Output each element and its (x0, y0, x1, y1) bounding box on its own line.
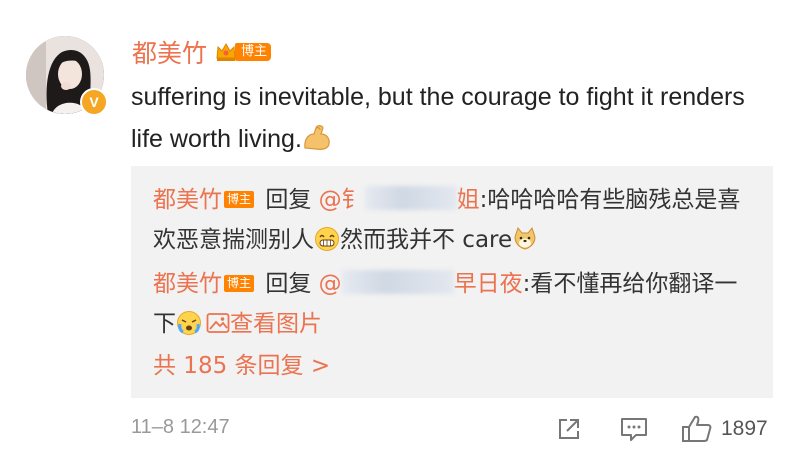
comment-footer: 11–8 12:47 1897 (131, 412, 774, 448)
mention-link[interactable]: @ 早日夜 (318, 270, 523, 297)
blogger-tag: 博主 (224, 275, 255, 292)
comment-author: 都美竹 博主 (132, 34, 272, 70)
grinning-face-emoji-icon (315, 227, 339, 251)
mention-suffix: 姐 (456, 187, 480, 213)
reply-word: 回复 (265, 271, 312, 297)
share-button[interactable] (555, 412, 583, 446)
reply-text-continued: 然而我并不 care (340, 227, 513, 253)
comment-text-container: suffering is inevitable, but the courage… (131, 76, 771, 160)
replies-panel: 都美竹 博主 回复 @钅 姐:哈哈哈哈有些脑残总是喜欢恶意揣测别人 然而我并不 ca… (131, 166, 773, 398)
thumbs-up-icon (682, 415, 712, 442)
blurred-username (341, 270, 454, 294)
share-icon (559, 419, 579, 439)
view-image-link[interactable]: 查看图片 (202, 311, 322, 337)
flexed-biceps-emoji-icon (304, 125, 330, 150)
doge-emoji-icon (514, 226, 536, 250)
comment-button[interactable] (619, 412, 649, 446)
mention-prefix: @ (318, 271, 342, 297)
blogger-badge: 博主 (215, 39, 272, 65)
view-image-label: 查看图片 (230, 311, 322, 337)
mention-link[interactable]: @钅 姐 (318, 186, 480, 213)
author-name[interactable]: 都美竹 (132, 34, 207, 70)
reply-item[interactable]: 都美竹 博主 回复 @钅 姐:哈哈哈哈有些脑残总是喜欢恶意揣测别人 然而我并不 ca… (153, 180, 753, 260)
mention-suffix: 早日夜 (453, 271, 523, 297)
reply-item[interactable]: 都美竹 博主 回复 @ 早日夜:看不懂再给你翻译一下 查看图片 (153, 264, 753, 344)
like-count: 1897 (721, 417, 768, 440)
crying-face-emoji-icon (177, 311, 201, 335)
mention-prefix: @钅 (318, 187, 365, 213)
blogger-tag: 博主 (235, 43, 272, 61)
image-icon (206, 313, 230, 333)
comment-text: suffering is inevitable, but the courage… (131, 83, 745, 153)
blogger-tag: 博主 (224, 191, 255, 208)
comment-timestamp: 11–8 12:47 (131, 416, 230, 438)
blurred-username (364, 186, 457, 210)
crown-icon (216, 42, 236, 61)
reply-author-name[interactable]: 都美竹 (153, 271, 222, 297)
comment-icon (621, 418, 647, 441)
author-avatar-container[interactable]: V (26, 36, 108, 118)
view-all-replies-link[interactable]: 共 185 条回复 > (153, 350, 330, 382)
reply-word: 回复 (265, 187, 312, 213)
verified-badge-icon: V (80, 88, 108, 116)
like-button[interactable]: 1897 (681, 412, 768, 446)
reply-author-name[interactable]: 都美竹 (153, 187, 222, 213)
